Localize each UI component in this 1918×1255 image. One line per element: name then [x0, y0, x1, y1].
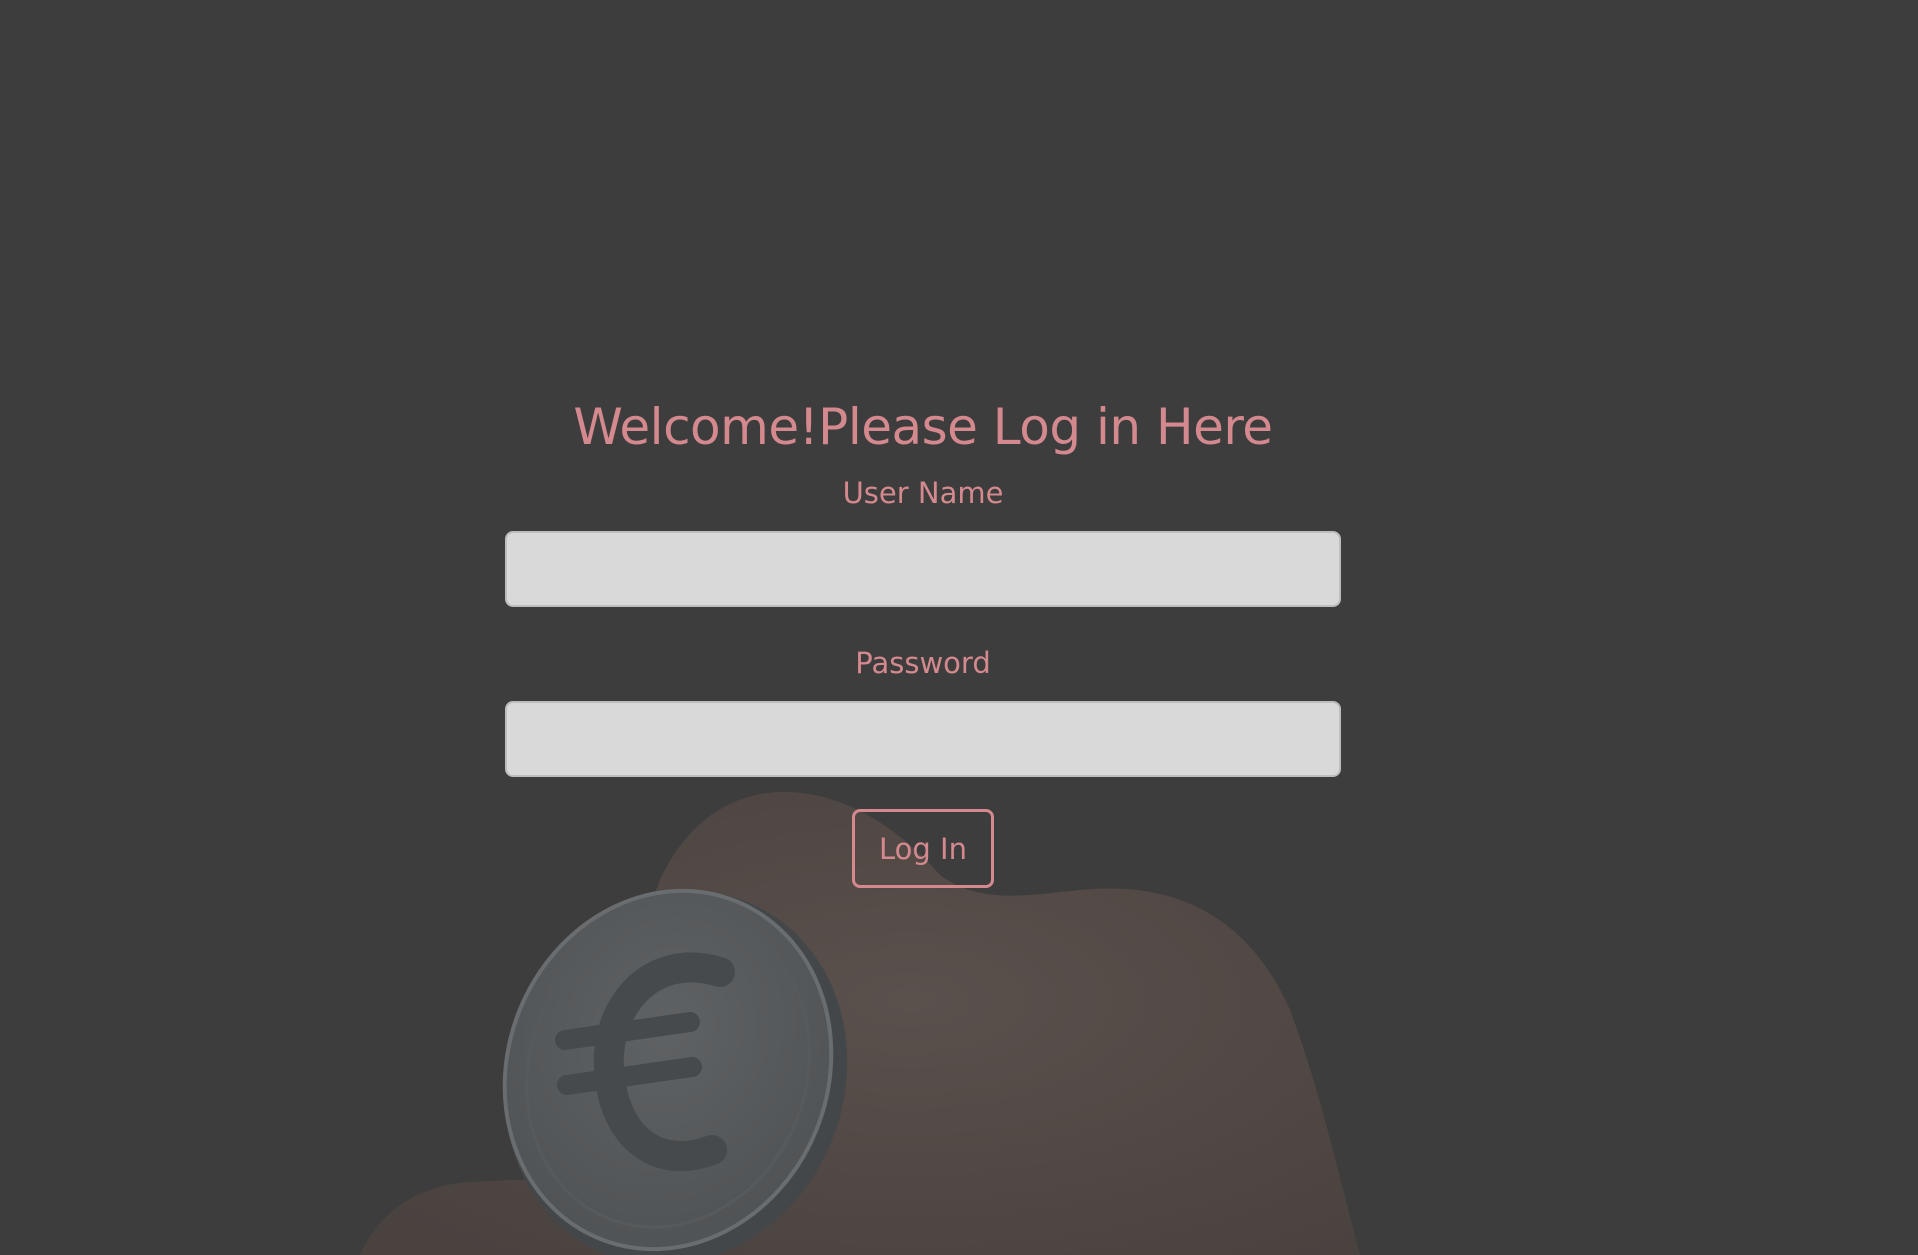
login-form: Welcome!Please Log in Here User Name Pas…	[505, 395, 1341, 888]
page-title: Welcome!Please Log in Here	[573, 398, 1273, 456]
login-button[interactable]: Log In	[852, 809, 994, 888]
username-label: User Name	[842, 476, 1004, 510]
username-input[interactable]	[505, 531, 1341, 607]
password-input[interactable]	[505, 701, 1341, 777]
password-label: Password	[855, 646, 991, 680]
